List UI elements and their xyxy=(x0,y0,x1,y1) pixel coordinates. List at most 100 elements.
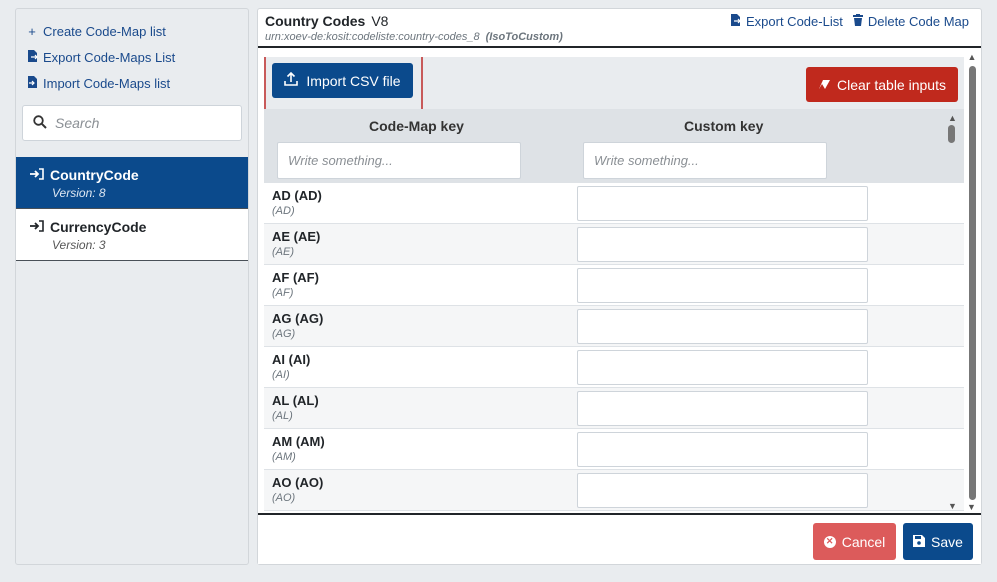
table-row: AL (AL) (AL) xyxy=(264,388,964,429)
row-subkey: (AI) xyxy=(272,369,290,381)
row-subkey: (AO) xyxy=(272,492,296,504)
list-item-name: CountryCode xyxy=(50,167,139,183)
create-code-map-list-link[interactable]: + Create Code-Map list xyxy=(25,18,248,44)
mapping-type: (IsoToCustom) xyxy=(485,31,563,43)
eraser-icon xyxy=(818,77,831,93)
table-row: AE (AE) (AE) xyxy=(264,224,964,265)
search-input[interactable] xyxy=(55,115,225,131)
column-header-code-map-key: Code-Map key xyxy=(369,118,464,134)
header-actions: Export Code-List Delete Code Map xyxy=(730,14,969,29)
row-subkey: (AF) xyxy=(272,287,294,299)
scroll-down-arrow-icon[interactable]: ▼ xyxy=(967,502,976,512)
import-code-maps-list-link[interactable]: Import Code-Maps list xyxy=(25,70,248,96)
row-subkey: (AE) xyxy=(272,246,294,258)
custom-key-filter-input[interactable] xyxy=(583,142,827,179)
custom-key-input[interactable] xyxy=(577,350,868,385)
table-content: Import CSV file Clear table inputs Code-… xyxy=(264,57,964,513)
table-scroll-thumb[interactable] xyxy=(948,125,955,143)
custom-key-input[interactable] xyxy=(577,391,868,426)
import-code-maps-list-label: Import Code-Maps list xyxy=(43,75,171,91)
list-item-name: CurrencyCode xyxy=(50,219,147,235)
list-item-name-row: CurrencyCode xyxy=(30,219,248,235)
panel-scrollbar[interactable]: ▲ ▼ xyxy=(966,52,978,512)
list-item-name-row: CountryCode xyxy=(30,167,248,183)
sign-in-icon xyxy=(30,219,44,235)
close-circle-icon: ✕ xyxy=(823,535,836,548)
search-icon xyxy=(33,114,47,132)
export-icon xyxy=(25,49,39,65)
custom-key-input[interactable] xyxy=(577,473,868,508)
code-map-list: CountryCode Version: 8 CurrencyCode Vers… xyxy=(16,157,248,261)
save-button[interactable]: Save xyxy=(903,523,973,560)
scroll-up-arrow-icon[interactable]: ▲ xyxy=(948,113,957,123)
import-button-highlight: Import CSV file xyxy=(264,57,423,112)
table-row: AF (AF) (AF) xyxy=(264,265,964,306)
sign-in-icon xyxy=(30,167,44,183)
table-body: AD (AD) (AD) AE (AE) (AE) AF (AF) (AF) A… xyxy=(264,183,964,511)
row-subkey: (AL) xyxy=(272,410,293,422)
list-item-currencycode[interactable]: CurrencyCode Version: 3 xyxy=(16,209,248,261)
delete-code-map-label: Delete Code Map xyxy=(867,14,969,29)
code-list-title: Country Codes xyxy=(265,13,366,29)
table-row: AG (AG) (AG) xyxy=(264,306,964,347)
list-item-version: Version: 8 xyxy=(52,186,106,200)
floppy-disk-icon xyxy=(913,534,926,550)
create-code-map-list-label: Create Code-Map list xyxy=(43,23,166,39)
table-row: AO (AO) (AO) xyxy=(264,470,964,511)
urn-line: urn:xoev-de:kosit:codeliste:country-code… xyxy=(265,31,981,43)
list-item-countrycode[interactable]: CountryCode Version: 8 xyxy=(16,157,248,209)
table-scrollbar[interactable]: ▲ ▼ xyxy=(946,57,959,513)
list-item-version: Version: 3 xyxy=(52,238,106,252)
code-map-key-filter-input[interactable] xyxy=(277,142,521,179)
row-key: AE (AE) xyxy=(272,229,321,244)
scroll-up-arrow-icon[interactable]: ▲ xyxy=(966,52,978,62)
row-subkey: (AG) xyxy=(272,328,296,340)
main-panel: Country Codes V8 urn:xoev-de:kosit:codeli… xyxy=(257,8,982,565)
row-key: AO (AO) xyxy=(272,475,324,490)
import-csv-label: Import CSV file xyxy=(306,72,401,89)
upload-icon xyxy=(284,71,299,89)
scroll-down-arrow-icon[interactable]: ▼ xyxy=(948,501,957,511)
delete-code-map-link[interactable]: Delete Code Map xyxy=(852,14,969,29)
row-key: AL (AL) xyxy=(272,393,319,408)
custom-key-input[interactable] xyxy=(577,186,868,221)
custom-key-input[interactable] xyxy=(577,268,868,303)
row-key: AF (AF) xyxy=(272,270,319,285)
export-code-maps-list-label: Export Code-Maps List xyxy=(43,49,176,65)
panel-footer: ✕ Cancel Save xyxy=(258,513,981,564)
row-key: AD (AD) xyxy=(272,188,322,203)
search-box xyxy=(22,105,242,141)
export-icon xyxy=(730,14,741,29)
clear-table-inputs-label: Clear table inputs xyxy=(837,76,946,93)
import-icon xyxy=(25,75,39,91)
custom-key-input[interactable] xyxy=(577,309,868,344)
sidebar-links: + Create Code-Map list Export Code-Maps … xyxy=(16,9,248,96)
table-row: AD (AD) (AD) xyxy=(264,183,964,224)
export-code-list-label: Export Code-List xyxy=(746,14,843,29)
urn-text: urn:xoev-de:kosit:codeliste:country-code… xyxy=(265,31,480,43)
import-csv-button[interactable]: Import CSV file xyxy=(272,63,413,98)
panel-scroll-thumb[interactable] xyxy=(969,66,976,500)
export-code-maps-list-link[interactable]: Export Code-Maps List xyxy=(25,44,248,70)
row-key: AG (AG) xyxy=(272,311,324,326)
custom-key-input[interactable] xyxy=(577,432,868,467)
row-key: AM (AM) xyxy=(272,434,325,449)
custom-key-input[interactable] xyxy=(577,227,868,262)
clear-table-inputs-button[interactable]: Clear table inputs xyxy=(806,67,958,102)
cancel-button[interactable]: ✕ Cancel xyxy=(813,523,896,560)
table-header: Code-Map key Custom key xyxy=(264,109,964,183)
code-list-version: V8 xyxy=(371,13,389,29)
column-header-custom-key: Custom key xyxy=(684,118,764,134)
save-label: Save xyxy=(931,533,963,550)
table-row: AI (AI) (AI) xyxy=(264,347,964,388)
row-key: AI (AI) xyxy=(272,352,311,367)
export-code-list-link[interactable]: Export Code-List xyxy=(730,14,843,29)
row-subkey: (AM) xyxy=(272,451,296,463)
table-row: AM (AM) (AM) xyxy=(264,429,964,470)
trash-icon xyxy=(852,14,863,29)
panel-header: Country Codes V8 urn:xoev-de:kosit:codeli… xyxy=(258,9,981,48)
sidebar: + Create Code-Map list Export Code-Maps … xyxy=(15,8,249,565)
row-subkey: (AD) xyxy=(272,205,295,217)
table-toolbar: Import CSV file Clear table inputs xyxy=(264,57,964,112)
plus-icon: + xyxy=(28,23,36,39)
